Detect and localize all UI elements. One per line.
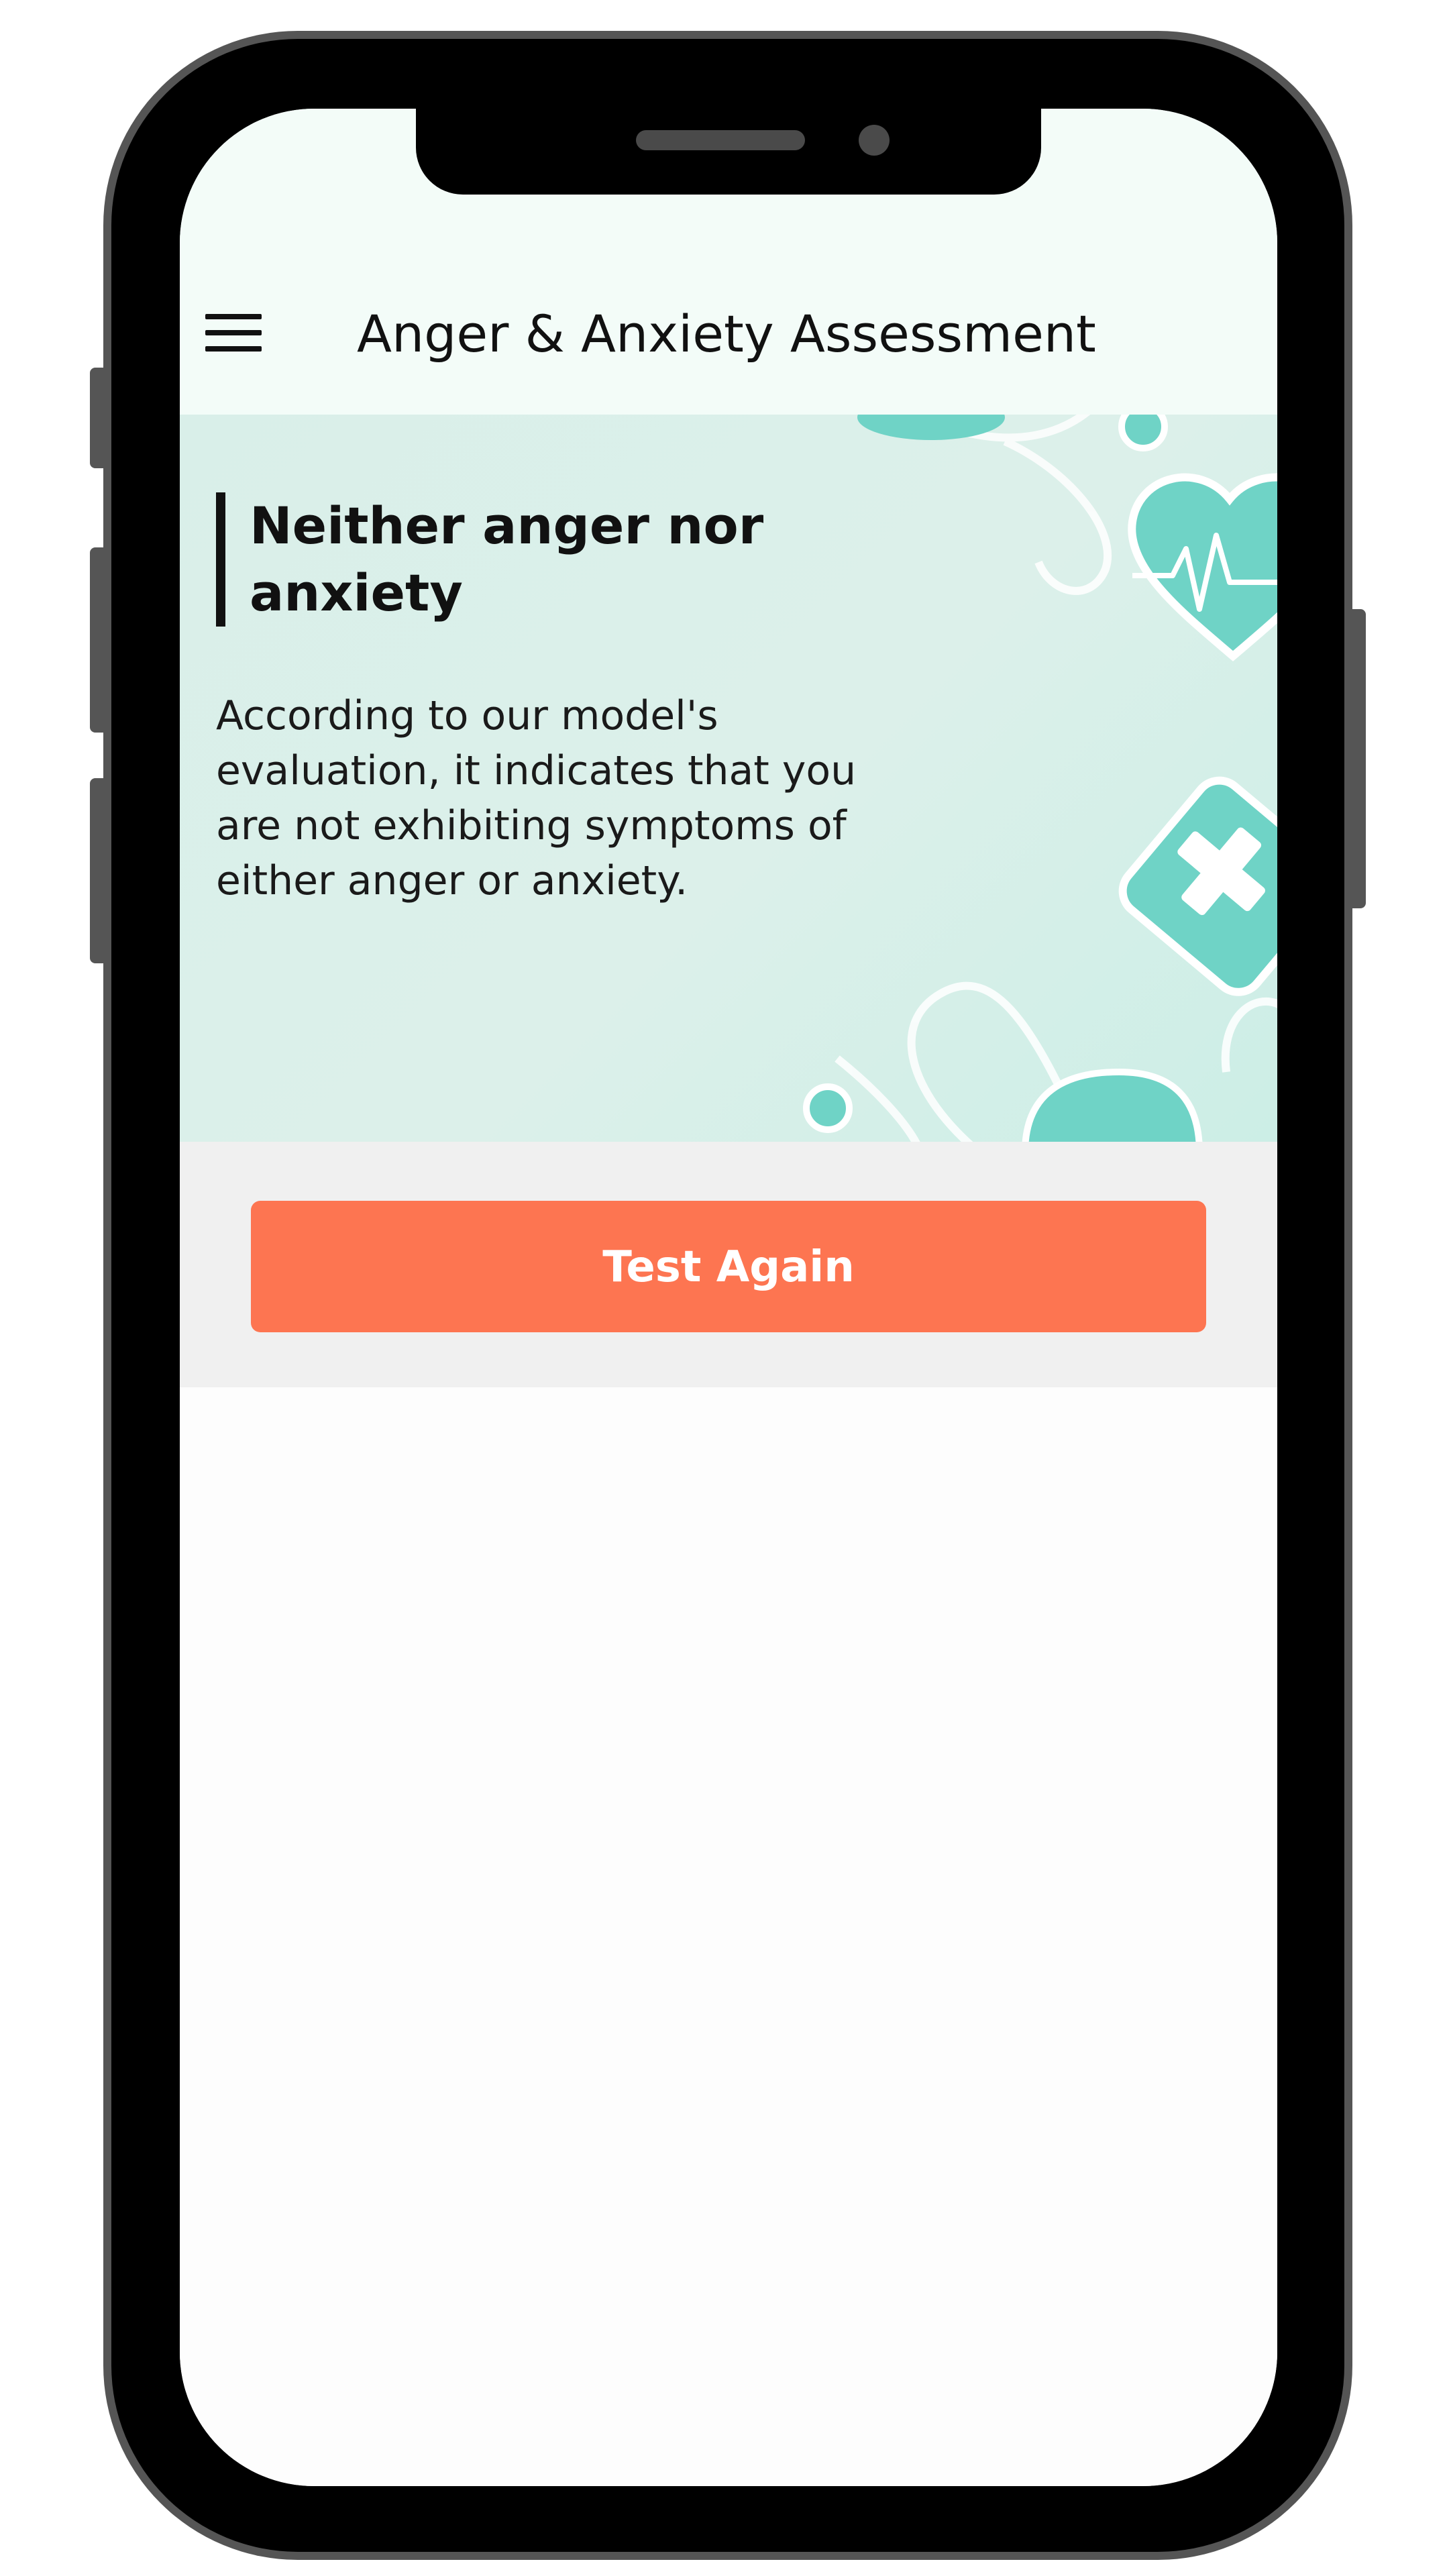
result-description: According to our model's evaluation, it …: [216, 692, 857, 904]
page-title: Anger & Anxiety Assessment: [357, 304, 1096, 364]
speaker-grille: [636, 130, 805, 150]
hamburger-menu-icon[interactable]: [205, 314, 262, 352]
result-heading: Neither anger nor anxiety: [216, 492, 880, 627]
phone-notch: [416, 106, 1041, 195]
app-screen: Anger & Anxiety Assessment Neither anger…: [180, 109, 1277, 2486]
empty-content-area: [180, 1387, 1277, 2486]
front-camera: [859, 125, 890, 156]
medical-bandage-icon: [1118, 776, 1277, 996]
action-section: Test Again: [180, 1142, 1277, 1387]
stethoscope-icon: [906, 415, 1112, 595]
device-mockup: Anger & Anxiety Assessment Neither anger…: [0, 0, 1449, 2576]
test-again-button[interactable]: Test Again: [251, 1201, 1206, 1332]
heart-pulse-icon: [1128, 473, 1277, 661]
result-banner: Neither anger nor anxiety According to o…: [180, 415, 1277, 1142]
